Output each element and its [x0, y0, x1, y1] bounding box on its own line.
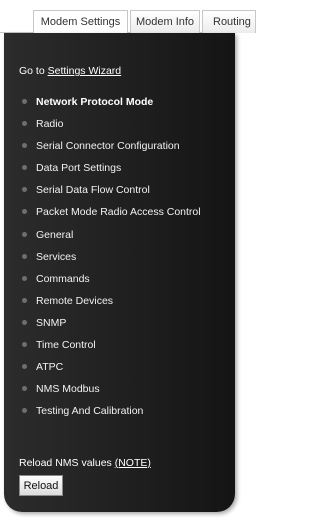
settings-wizard-line: Go to Settings Wizard: [19, 65, 121, 77]
menu-item-label: Services: [36, 250, 77, 263]
menu-item-label: Commands: [36, 272, 90, 285]
bullet-icon: [22, 408, 27, 414]
reload-note-link[interactable]: (NOTE): [115, 457, 151, 469]
menu-item-label: Remote Devices: [36, 294, 114, 307]
menu-item-serial-data-flow-control[interactable]: Serial Data Flow Control: [20, 179, 232, 201]
bullet-icon: [22, 121, 27, 127]
menu-item-label: ATPC: [36, 361, 64, 374]
menu-item-label: General: [36, 228, 74, 241]
menu-item-label: SNMP: [36, 316, 67, 329]
wizard-prefix-text: Go to: [19, 65, 48, 77]
tab-routing[interactable]: Routing: [202, 10, 256, 33]
bullet-icon: [22, 386, 27, 392]
bullet-icon: [22, 364, 27, 370]
menu-item-time-control[interactable]: Time Control: [20, 334, 232, 356]
sidebar-panel: Go to Settings Wizard Network Protocol M…: [4, 33, 235, 512]
menu-item-label: NMS Modbus: [36, 383, 100, 396]
menu-item-testing-and-calibration[interactable]: Testing And Calibration: [20, 400, 232, 422]
tab-modem-info[interactable]: Modem Info: [130, 10, 200, 33]
menu-item-commands[interactable]: Commands: [20, 268, 232, 290]
bullet-icon: [22, 253, 27, 259]
reload-nms-text: Reload NMS values: [19, 457, 115, 469]
tab-bar: Modem Settings Modem Info Routing: [0, 0, 256, 34]
menu-item-services[interactable]: Services: [20, 246, 232, 268]
menu-item-label: Radio: [36, 118, 64, 131]
tab-modem-settings[interactable]: Modem Settings: [33, 10, 128, 34]
bullet-icon: [22, 143, 27, 149]
bullet-icon: [22, 342, 27, 348]
menu-item-radio[interactable]: Radio: [20, 113, 232, 135]
menu-item-label: Testing And Calibration: [36, 405, 144, 418]
bullet-icon: [22, 275, 27, 281]
menu-item-label: Network Protocol Mode: [36, 96, 154, 108]
menu-item-label: Data Port Settings: [36, 162, 122, 175]
menu-item-nms-modbus[interactable]: NMS Modbus: [20, 378, 232, 400]
menu-item-packet-mode-radio-access-control[interactable]: Packet Mode Radio Access Control: [20, 201, 232, 223]
settings-menu: Network Protocol Mode Radio Serial Conne…: [20, 91, 232, 422]
menu-item-remote-devices[interactable]: Remote Devices: [20, 290, 232, 312]
menu-item-label: Packet Mode Radio Access Control: [36, 206, 201, 219]
menu-item-label: Time Control: [36, 339, 96, 352]
menu-item-general[interactable]: General: [20, 224, 232, 246]
bullet-icon: [22, 209, 27, 215]
sidebar-content: Go to Settings Wizard Network Protocol M…: [4, 33, 235, 512]
menu-item-atpc[interactable]: ATPC: [20, 356, 232, 378]
bullet-icon: [22, 319, 27, 325]
bullet-icon: [22, 165, 27, 171]
reload-nms-line: Reload NMS values (NOTE): [19, 457, 151, 469]
menu-item-network-protocol-mode[interactable]: Network Protocol Mode: [20, 91, 232, 113]
menu-item-snmp[interactable]: SNMP: [20, 312, 232, 334]
menu-item-label: Serial Data Flow Control: [36, 184, 150, 197]
bullet-icon: [22, 187, 27, 193]
menu-item-serial-connector-configuration[interactable]: Serial Connector Configuration: [20, 135, 232, 157]
bullet-icon: [22, 297, 27, 303]
reload-button[interactable]: Reload: [19, 475, 63, 496]
bullet-icon: [22, 99, 27, 104]
settings-wizard-link[interactable]: Settings Wizard: [48, 65, 122, 77]
page: Modem Settings Modem Info Routing Go to …: [0, 0, 256, 529]
menu-item-data-port-settings[interactable]: Data Port Settings: [20, 157, 232, 179]
bullet-icon: [22, 231, 27, 237]
menu-item-label: Serial Connector Configuration: [36, 140, 180, 153]
